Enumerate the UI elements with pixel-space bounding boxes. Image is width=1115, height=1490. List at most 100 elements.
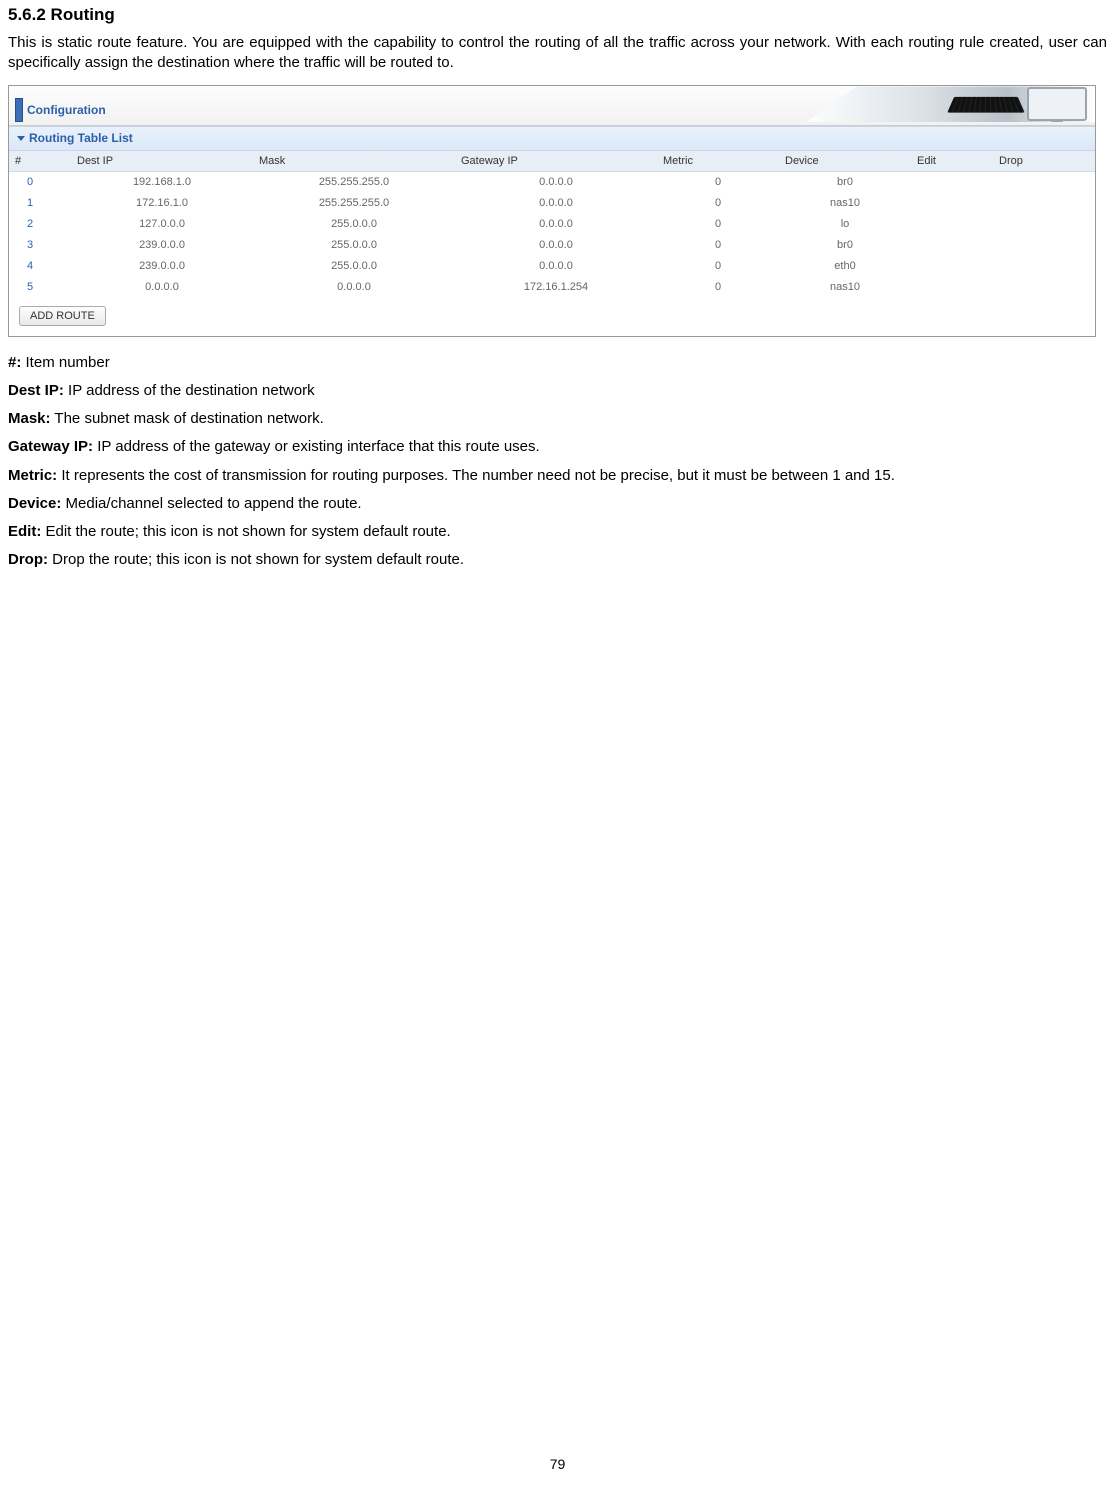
cell-destip: 239.0.0.0 (71, 235, 253, 256)
definition-term: Gateway IP: (8, 438, 93, 455)
cell-num: 3 (9, 235, 71, 256)
definition-item: Edit: Edit the route; this icon is not s… (8, 522, 1107, 542)
cell-drop (993, 256, 1095, 277)
intro-paragraph: This is static route feature. You are eq… (8, 33, 1107, 74)
config-header: Configuration (9, 86, 1095, 126)
cell-destip: 127.0.0.0 (71, 214, 253, 235)
section-heading: 5.6.2 Routing (8, 4, 1107, 27)
cell-drop (993, 235, 1095, 256)
button-row: ADD ROUTE (9, 298, 1095, 336)
col-mask: Mask (253, 151, 455, 172)
cell-metric: 0 (657, 172, 779, 193)
col-gw: Gateway IP (455, 151, 657, 172)
definition-term: Metric: (8, 467, 57, 484)
cell-edit (911, 235, 993, 256)
cell-edit (911, 214, 993, 235)
definition-term: Dest IP: (8, 382, 64, 399)
cell-metric: 0 (657, 214, 779, 235)
cell-drop (993, 172, 1095, 193)
section-number: 5.6.2 (8, 5, 46, 24)
config-tab[interactable]: Configuration (15, 98, 106, 122)
cell-metric: 0 (657, 193, 779, 214)
table-row: 4239.0.0.0255.0.0.00.0.0.00eth0 (9, 256, 1095, 277)
cell-gw: 0.0.0.0 (455, 214, 657, 235)
definition-term: Mask: (8, 410, 51, 427)
definition-term: Device: (8, 495, 61, 512)
add-route-button[interactable]: ADD ROUTE (19, 306, 106, 326)
definition-term: Drop: (8, 551, 48, 568)
cell-edit (911, 277, 993, 298)
cell-mask: 255.255.255.0 (253, 193, 455, 214)
definition-desc: IP address of the destination network (64, 382, 315, 399)
table-row: 3239.0.0.0255.0.0.00.0.0.00br0 (9, 235, 1095, 256)
cell-drop (993, 214, 1095, 235)
cell-device: nas10 (779, 277, 911, 298)
table-header-row: # Dest IP Mask Gateway IP Metric Device … (9, 151, 1095, 172)
cell-num: 2 (9, 214, 71, 235)
cell-gw: 0.0.0.0 (455, 172, 657, 193)
definition-term: Edit: (8, 523, 41, 540)
cell-gw: 0.0.0.0 (455, 193, 657, 214)
cell-edit (911, 172, 993, 193)
col-drop: Drop (993, 151, 1095, 172)
definition-desc: The subnet mask of destination network. (51, 410, 324, 427)
definition-item: Device: Media/channel selected to append… (8, 494, 1107, 514)
routing-screenshot: Configuration Routing Table List # Dest … (8, 85, 1096, 336)
definition-desc: Media/channel selected to append the rou… (61, 495, 361, 512)
cell-mask: 255.0.0.0 (253, 235, 455, 256)
definition-desc: IP address of the gateway or existing in… (93, 438, 540, 455)
cell-gw: 0.0.0.0 (455, 235, 657, 256)
routing-table-section-bar[interactable]: Routing Table List (9, 126, 1095, 150)
table-row: 0192.168.1.0255.255.255.00.0.0.00br0 (9, 172, 1095, 193)
col-edit: Edit (911, 151, 993, 172)
cell-metric: 0 (657, 235, 779, 256)
definitions-list: #: Item number Dest IP: IP address of the… (8, 353, 1107, 571)
chevron-down-icon (17, 136, 25, 141)
cell-num: 5 (9, 277, 71, 298)
cell-destip: 172.16.1.0 (71, 193, 253, 214)
table-row: 1172.16.1.0255.255.255.00.0.0.00nas10 (9, 193, 1095, 214)
definition-desc: Drop the route; this icon is not shown f… (48, 551, 464, 568)
cell-drop (993, 193, 1095, 214)
cell-edit (911, 193, 993, 214)
cell-metric: 0 (657, 256, 779, 277)
definition-item: #: Item number (8, 353, 1107, 373)
cell-destip: 239.0.0.0 (71, 256, 253, 277)
cell-mask: 255.0.0.0 (253, 214, 455, 235)
cell-destip: 0.0.0.0 (71, 277, 253, 298)
cell-metric: 0 (657, 277, 779, 298)
col-num: # (9, 151, 71, 172)
cell-mask: 255.255.255.0 (253, 172, 455, 193)
section-title-text: Routing (51, 5, 115, 24)
cell-mask: 255.0.0.0 (253, 256, 455, 277)
definition-item: Mask: The subnet mask of destination net… (8, 409, 1107, 429)
col-destip: Dest IP (71, 151, 253, 172)
definition-term: #: (8, 354, 21, 371)
definition-item: Gateway IP: IP address of the gateway or… (8, 437, 1107, 457)
definition-item: Drop: Drop the route; this icon is not s… (8, 550, 1107, 570)
cell-gw: 0.0.0.0 (455, 256, 657, 277)
cell-drop (993, 277, 1095, 298)
config-bar-icon (15, 98, 23, 122)
routing-table-label: Routing Table List (29, 130, 133, 146)
config-label: Configuration (27, 102, 106, 118)
cell-device: lo (779, 214, 911, 235)
cell-edit (911, 256, 993, 277)
cell-destip: 192.168.1.0 (71, 172, 253, 193)
table-row: 50.0.0.00.0.0.0172.16.1.2540nas10 (9, 277, 1095, 298)
cell-gw: 172.16.1.254 (455, 277, 657, 298)
definition-desc: Edit the route; this icon is not shown f… (41, 523, 450, 540)
definition-desc: Item number (21, 354, 109, 371)
page-number: 79 (8, 1455, 1107, 1474)
definition-item: Dest IP: IP address of the destination n… (8, 381, 1107, 401)
col-metric: Metric (657, 151, 779, 172)
routing-table: # Dest IP Mask Gateway IP Metric Device … (9, 151, 1095, 298)
monitor-icon (1027, 87, 1087, 121)
keyboard-icon (947, 97, 1025, 113)
cell-device: eth0 (779, 256, 911, 277)
table-row: 2127.0.0.0255.0.0.00.0.0.00lo (9, 214, 1095, 235)
cell-num: 4 (9, 256, 71, 277)
cell-device: nas10 (779, 193, 911, 214)
header-decoration (805, 86, 1095, 122)
cell-mask: 0.0.0.0 (253, 277, 455, 298)
